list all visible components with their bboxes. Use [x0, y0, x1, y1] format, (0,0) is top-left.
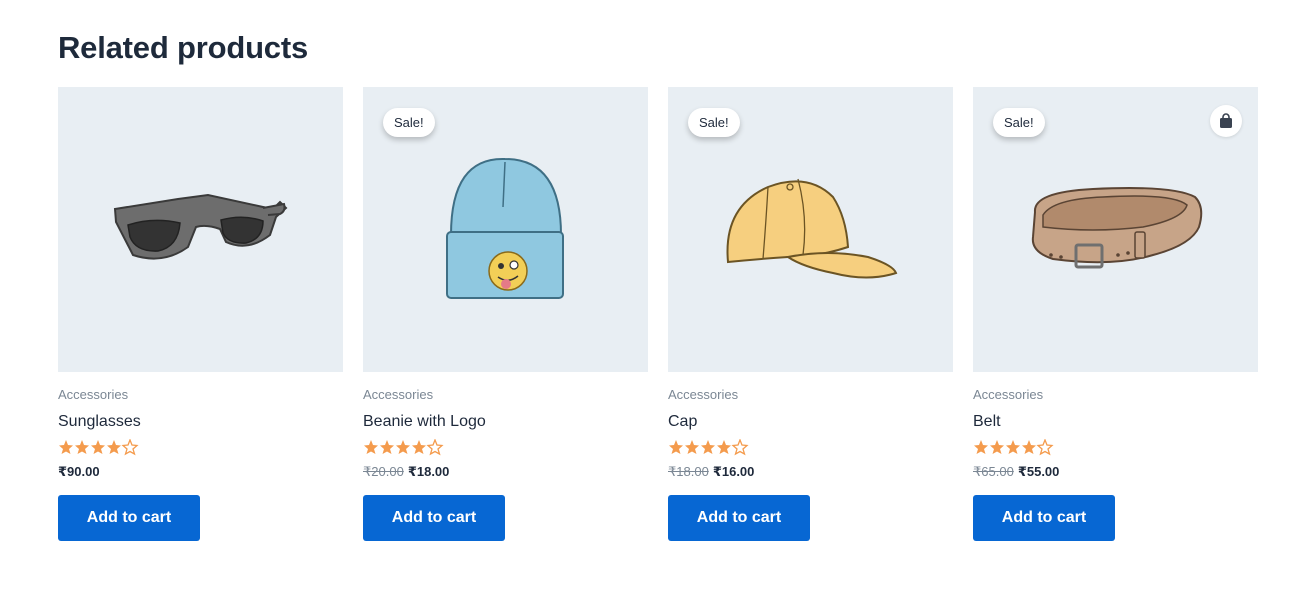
product-title[interactable]: Beanie with Logo	[363, 413, 648, 431]
star-rating	[668, 439, 953, 456]
product-price: ₹65.00 ₹55.00	[973, 464, 1258, 480]
current-price: ₹18.00	[407, 464, 450, 479]
current-price: ₹90.00	[58, 464, 100, 479]
product-title[interactable]: Sunglasses	[58, 413, 343, 431]
product-category: Accessories	[668, 387, 739, 402]
product-category: Accessories	[363, 387, 434, 402]
product-card: Sale! Accessories Cap ₹18.00 ₹16.00 Add …	[668, 87, 953, 541]
product-list: Accessories Sunglasses ₹90.00 Add to car…	[58, 87, 1258, 541]
star-rating	[58, 439, 343, 456]
product-image[interactable]	[58, 87, 343, 372]
star-rating	[973, 439, 1258, 456]
product-image[interactable]: Sale!	[668, 87, 953, 372]
product-price: ₹18.00 ₹16.00	[668, 464, 953, 480]
product-title[interactable]: Cap	[668, 413, 953, 431]
current-price: ₹16.00	[712, 464, 755, 479]
product-card: Sale! Accessories Beanie with Logo ₹20.0…	[363, 87, 648, 541]
product-price: ₹20.00 ₹18.00	[363, 464, 648, 480]
product-image[interactable]: Sale!	[363, 87, 648, 372]
section-title: Related products	[58, 30, 309, 65]
product-title[interactable]: Belt	[973, 413, 1258, 431]
sale-badge: Sale!	[993, 108, 1045, 137]
current-price: ₹55.00	[1017, 464, 1060, 479]
stars-icon	[974, 439, 1054, 456]
original-price: ₹65.00	[973, 464, 1014, 479]
stars-icon	[59, 439, 139, 456]
add-to-cart-button[interactable]: Add to cart	[668, 495, 810, 541]
add-to-cart-button[interactable]: Add to cart	[58, 495, 200, 541]
stars-icon	[364, 439, 444, 456]
product-card: Sale! Accessories Belt ₹65.00 ₹55.00 Add…	[973, 87, 1258, 541]
shopping-bag-icon[interactable]	[1210, 105, 1242, 137]
product-image[interactable]: Sale!	[973, 87, 1258, 372]
stars-icon	[669, 439, 749, 456]
star-rating	[363, 439, 648, 456]
add-to-cart-button[interactable]: Add to cart	[363, 495, 505, 541]
product-price: ₹90.00	[58, 464, 343, 480]
product-card: Accessories Sunglasses ₹90.00 Add to car…	[58, 87, 343, 541]
original-price: ₹18.00	[668, 464, 709, 479]
sale-badge: Sale!	[383, 108, 435, 137]
original-price: ₹20.00	[363, 464, 404, 479]
product-category: Accessories	[973, 387, 1044, 402]
related-products-section: Related products Accessories Sunglasses	[58, 0, 1258, 598]
sale-badge: Sale!	[688, 108, 740, 137]
add-to-cart-button[interactable]: Add to cart	[973, 495, 1115, 541]
product-category: Accessories	[58, 387, 129, 402]
sunglasses-icon	[113, 193, 288, 260]
